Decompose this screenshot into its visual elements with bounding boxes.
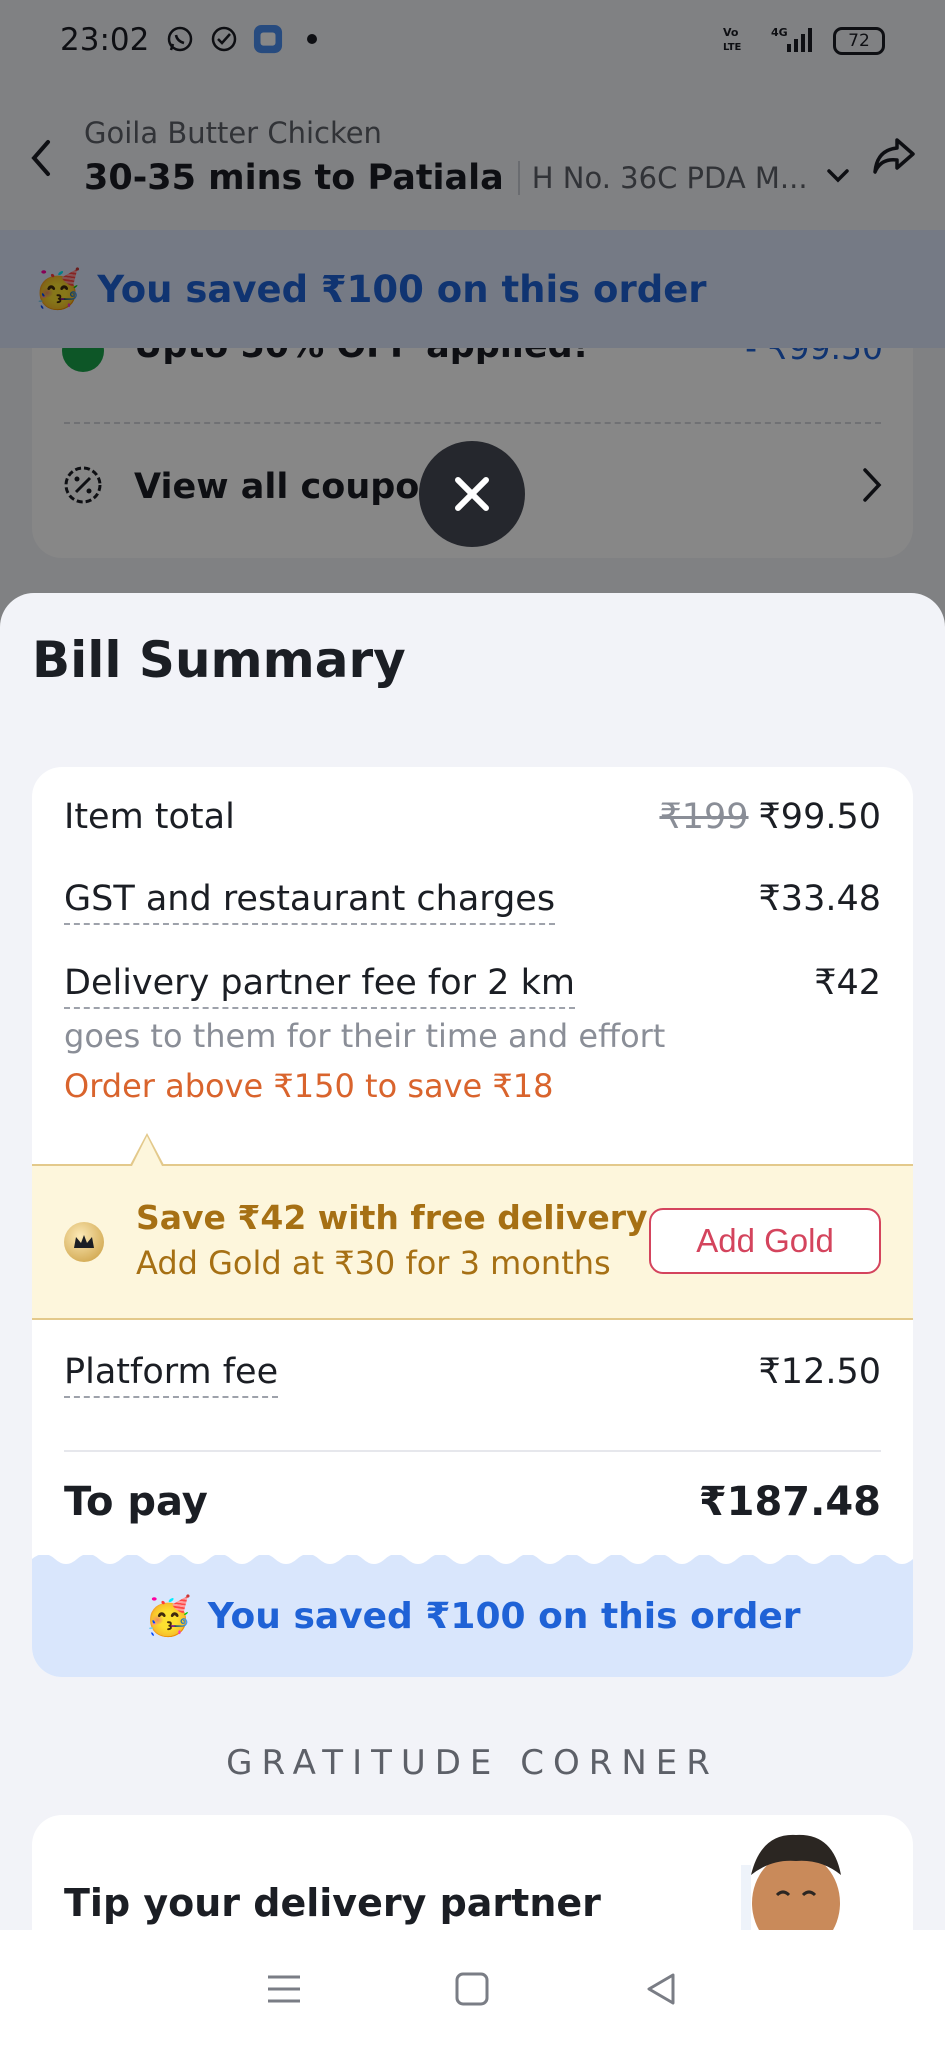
- gold-subtitle: Add Gold at ₹30 for 3 months: [136, 1244, 611, 1282]
- gold-title: Save ₹42 with free delivery: [136, 1198, 648, 1237]
- callout-pointer: [130, 1133, 164, 1166]
- wave-edge: [32, 1553, 913, 1564]
- home-icon[interactable]: [444, 1961, 500, 2017]
- system-nav-bar: [0, 1930, 945, 2048]
- bill-summary-sheet: Bill Summary Item total ₹199 ₹99.50 GST a…: [0, 593, 945, 1930]
- gold-upsell: Save ₹42 with free delivery Add Gold at …: [32, 1133, 913, 1320]
- bill-card: Item total ₹199 ₹99.50 GST and restaurant…: [32, 767, 913, 1677]
- back-nav-icon[interactable]: [633, 1961, 689, 2017]
- close-icon: [455, 477, 489, 511]
- to-pay-label: To pay: [64, 1479, 208, 1525]
- to-pay-value: ₹187.48: [698, 1479, 881, 1525]
- tip-card[interactable]: Tip your delivery partner: [32, 1815, 913, 1930]
- divider: [64, 1450, 881, 1452]
- delivery-fee-row: Delivery partner fee for 2 km ₹42: [64, 963, 881, 1009]
- to-pay-row: To pay ₹187.48: [64, 1479, 881, 1525]
- delivery-fee-note: goes to them for their time and effort: [64, 1017, 666, 1055]
- gst-row: GST and restaurant charges ₹33.48: [64, 879, 881, 925]
- menu-icon[interactable]: [256, 1961, 312, 2017]
- item-total-value: ₹199 ₹99.50: [659, 797, 881, 837]
- item-total-price: ₹99.50: [758, 797, 881, 837]
- savings-footer-text: You saved ₹100 on this order: [207, 1595, 801, 1637]
- platform-fee-label[interactable]: Platform fee: [64, 1352, 279, 1398]
- sheet-title: Bill Summary: [32, 631, 406, 689]
- platform-fee-value: ₹12.50: [758, 1352, 881, 1392]
- delivery-fee-label[interactable]: Delivery partner fee for 2 km: [64, 963, 575, 1009]
- platform-fee-row: Platform fee ₹12.50: [64, 1352, 881, 1398]
- close-button[interactable]: [419, 441, 525, 547]
- delivery-promo: Order above ₹150 to save ₹18: [64, 1067, 554, 1105]
- party-face-icon: 🥳: [144, 1593, 192, 1638]
- delivery-fee-value: ₹42: [814, 963, 881, 1003]
- delivery-partner-avatar: [681, 1825, 851, 1930]
- item-total-original-price: ₹199: [659, 797, 749, 837]
- item-total-row: Item total ₹199 ₹99.50: [64, 797, 881, 837]
- gst-value: ₹33.48: [758, 879, 881, 919]
- add-gold-button[interactable]: Add Gold: [649, 1208, 881, 1274]
- gratitude-heading: GRATITUDE CORNER: [226, 1743, 719, 1783]
- crown-icon: [64, 1222, 104, 1262]
- savings-footer: 🥳 You saved ₹100 on this order: [32, 1553, 913, 1677]
- gst-label[interactable]: GST and restaurant charges: [64, 879, 556, 925]
- tip-title: Tip your delivery partner: [64, 1881, 601, 1925]
- item-total-label: Item total: [64, 797, 235, 837]
